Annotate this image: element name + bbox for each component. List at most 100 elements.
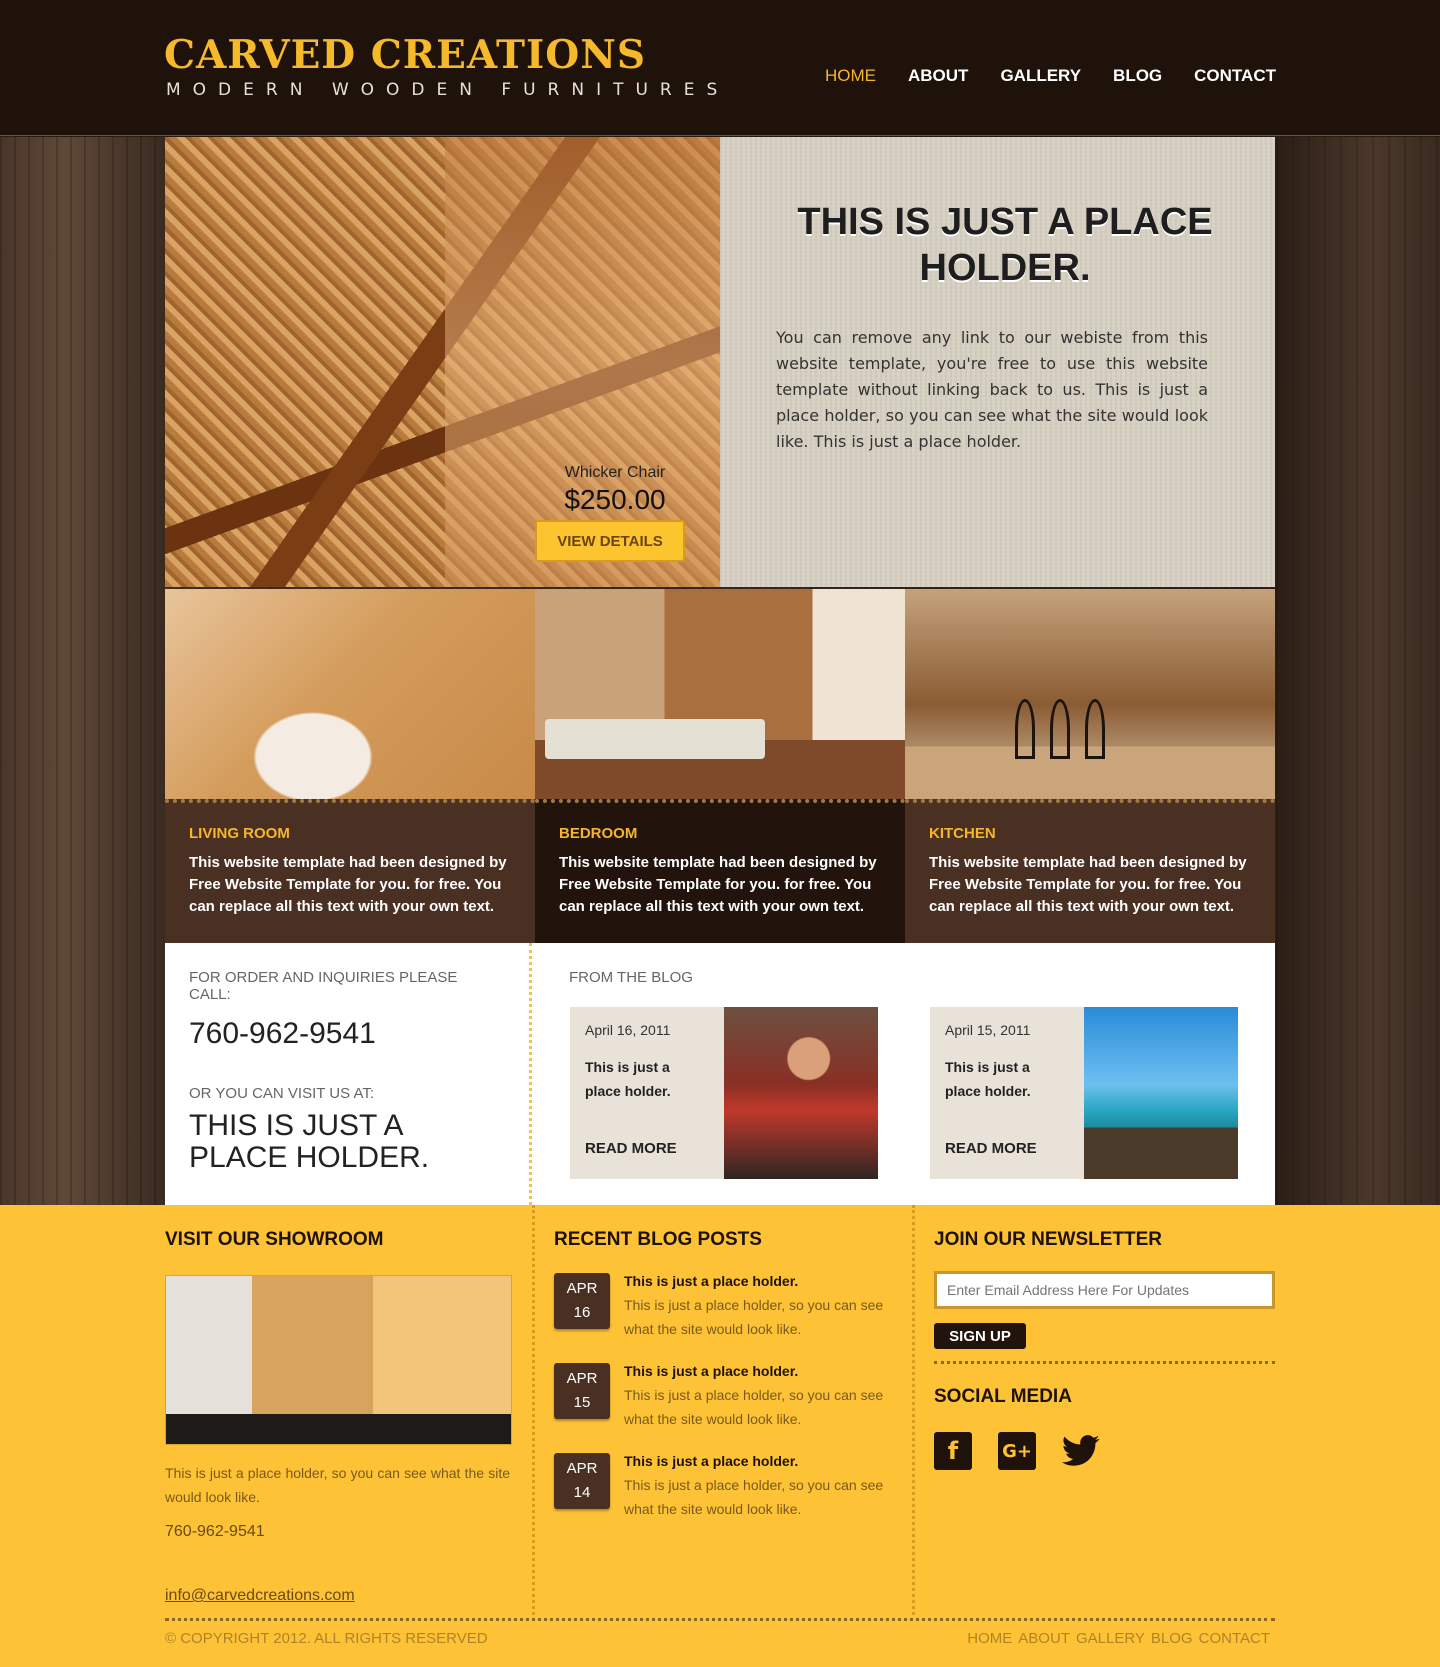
showroom-column: VISIT OUR SHOWROOM This is just a place … xyxy=(165,1229,512,1605)
visit-address: THIS IS JUST A PLACE HOLDER. xyxy=(189,1109,430,1174)
dotted-divider xyxy=(934,1361,1275,1364)
showroom-description: This is just a place holder, so you can … xyxy=(165,1465,510,1505)
hero-text-panel: THIS IS JUST A PLACE HOLDER. You can rem… xyxy=(720,137,1275,587)
blog-cards: April 16, 2011 This is just a place hold… xyxy=(570,1007,1238,1179)
footer-nav-blog[interactable]: BLOG xyxy=(1151,1630,1193,1647)
hero-body: You can remove any link to our webiste f… xyxy=(776,328,1208,451)
read-more-link[interactable]: READ MORE xyxy=(585,1140,677,1157)
newsletter-column: JOIN OUR NEWSLETTER SIGN UP SOCIAL MEDIA… xyxy=(934,1229,1275,1470)
room-description: This website template had been designed … xyxy=(189,854,507,915)
contact-phone[interactable]: 760-962-9541 xyxy=(189,1017,489,1051)
site-logo-subtitle: MODERN WOODEN FURNITURES xyxy=(166,80,730,100)
site-logo-title[interactable]: CARVED CREATIONS xyxy=(164,32,646,78)
room-title[interactable]: BEDROOM xyxy=(559,825,881,842)
footer-nav-home[interactable]: HOME xyxy=(967,1630,1012,1647)
site-header: CARVED CREATIONS MODERN WOODEN FURNITURE… xyxy=(0,0,1440,136)
post-date-badge: APR 15 xyxy=(554,1363,610,1419)
post-description: This is just a place holder, so you can … xyxy=(624,1387,884,1427)
recent-post[interactable]: APR 15 This is just a place holder. This… xyxy=(554,1363,894,1431)
sofa-shape xyxy=(545,719,765,759)
beach-patio-photo xyxy=(1084,1007,1238,1179)
dotted-divider xyxy=(529,943,532,1205)
signup-button[interactable]: SIGN UP xyxy=(934,1323,1026,1349)
post-day: 16 xyxy=(573,1304,591,1321)
blog-card: April 16, 2011 This is just a place hold… xyxy=(570,1007,878,1179)
social-media-title: SOCIAL MEDIA xyxy=(934,1386,1072,1407)
footer-divider xyxy=(912,1205,915,1615)
post-date-badge: APR 14 xyxy=(554,1453,610,1509)
google-plus-icon[interactable]: G+ xyxy=(998,1432,1036,1470)
recent-posts-title: RECENT BLOG POSTS xyxy=(554,1229,762,1250)
wood-panel-left xyxy=(0,137,165,1205)
footer-nav-contact[interactable]: CONTACT xyxy=(1199,1630,1270,1647)
blog-date: April 15, 2011 xyxy=(945,1022,1031,1038)
recent-post[interactable]: APR 14 This is just a place holder. This… xyxy=(554,1453,894,1521)
twitter-icon[interactable] xyxy=(1062,1432,1100,1470)
main-nav: HOME ABOUT GALLERY BLOG CONTACT xyxy=(825,66,1276,86)
post-description: This is just a place holder, so you can … xyxy=(624,1477,884,1517)
recent-posts-column: RECENT BLOG POSTS APR 16 This is just a … xyxy=(554,1229,894,1521)
post-day: 14 xyxy=(573,1484,591,1501)
copyright-text: © COPYRIGHT 2012. ALL RIGHTS RESERVED xyxy=(165,1630,488,1647)
post-month: APR xyxy=(566,1280,598,1297)
post-month: APR xyxy=(566,1370,598,1387)
post-title[interactable]: This is just a place holder. xyxy=(624,1363,894,1379)
wood-panel-right xyxy=(1276,137,1440,1205)
room-card-kitchen[interactable]: KITCHEN This website template had been d… xyxy=(905,589,1275,943)
post-month: APR xyxy=(566,1460,598,1477)
newsletter-title: JOIN OUR NEWSLETTER xyxy=(934,1229,1163,1250)
nav-home[interactable]: HOME xyxy=(825,66,876,86)
room-cards: LIVING ROOM This website template had be… xyxy=(165,589,1275,943)
footer-bottom-divider xyxy=(165,1618,1275,1621)
blog-excerpt: This is just a place holder. xyxy=(945,1059,1031,1099)
nav-gallery[interactable]: GALLERY xyxy=(1000,66,1081,86)
footer-phone[interactable]: 760-962-9541 xyxy=(165,1523,510,1541)
room-title[interactable]: KITCHEN xyxy=(929,825,1251,842)
bedroom-image xyxy=(535,589,905,799)
hero-section: Whicker Chair $250.00 VIEW DETAILS THIS … xyxy=(165,137,1275,587)
hero-title: THIS IS JUST A PLACE HOLDER. xyxy=(797,201,1213,289)
product-name: Whicker Chair xyxy=(564,464,666,481)
showroom-image xyxy=(165,1275,512,1445)
stool-shape xyxy=(1050,699,1070,759)
site-footer: VISIT OUR SHOWROOM This is just a place … xyxy=(0,1205,1440,1667)
footer-nav-gallery[interactable]: GALLERY xyxy=(1076,1630,1145,1647)
nav-contact[interactable]: CONTACT xyxy=(1194,66,1276,86)
footer-divider xyxy=(532,1205,535,1615)
newsletter-email-input[interactable] xyxy=(934,1271,1275,1309)
post-date-badge: APR 16 xyxy=(554,1273,610,1329)
room-description: This website template had been designed … xyxy=(559,854,877,915)
blog-card: April 15, 2011 This is just a place hold… xyxy=(930,1007,1238,1179)
living-room-image xyxy=(165,589,535,799)
footer-nav-about[interactable]: ABOUT xyxy=(1018,1630,1070,1647)
post-day: 15 xyxy=(573,1394,591,1411)
facebook-icon[interactable]: f xyxy=(934,1432,972,1470)
post-title[interactable]: This is just a place holder. xyxy=(624,1453,894,1469)
post-description: This is just a place holder, so you can … xyxy=(624,1297,884,1337)
nav-blog[interactable]: BLOG xyxy=(1113,66,1162,86)
order-label: FOR ORDER AND INQUIRIES PLEASE CALL: xyxy=(189,969,458,1003)
view-details-button[interactable]: VIEW DETAILS xyxy=(535,520,685,562)
room-title[interactable]: LIVING ROOM xyxy=(189,825,511,842)
read-more-link[interactable]: READ MORE xyxy=(945,1140,1037,1157)
info-section: FOR ORDER AND INQUIRIES PLEASE CALL: 760… xyxy=(165,943,1275,1205)
room-card-living[interactable]: LIVING ROOM This website template had be… xyxy=(165,589,535,943)
room-card-bedroom[interactable]: BEDROOM This website template had been d… xyxy=(535,589,905,943)
post-title[interactable]: This is just a place holder. xyxy=(624,1273,894,1289)
blog-excerpt: This is just a place holder. xyxy=(585,1059,671,1099)
blog-heading: FROM THE BLOG xyxy=(569,969,693,986)
footer-email-link[interactable]: info@carvedcreations.com xyxy=(165,1587,510,1605)
contact-column: FOR ORDER AND INQUIRIES PLEASE CALL: 760… xyxy=(189,969,489,1174)
showroom-title: VISIT OUR SHOWROOM xyxy=(165,1229,384,1250)
nav-about[interactable]: ABOUT xyxy=(908,66,968,86)
social-links: f G+ xyxy=(934,1432,1275,1470)
visit-label: OR YOU CAN VISIT US AT: xyxy=(189,1085,375,1102)
recent-post[interactable]: APR 16 This is just a place holder. This… xyxy=(554,1273,894,1341)
hero-product-caption: Whicker Chair $250.00 xyxy=(535,464,695,516)
footer-nav: HOME ABOUT GALLERY BLOG CONTACT xyxy=(967,1630,1270,1647)
product-price: $250.00 xyxy=(564,484,666,515)
stool-shape xyxy=(1015,699,1035,759)
stool-shape xyxy=(1085,699,1105,759)
room-description: This website template had been designed … xyxy=(929,854,1247,915)
blog-date: April 16, 2011 xyxy=(585,1022,671,1038)
